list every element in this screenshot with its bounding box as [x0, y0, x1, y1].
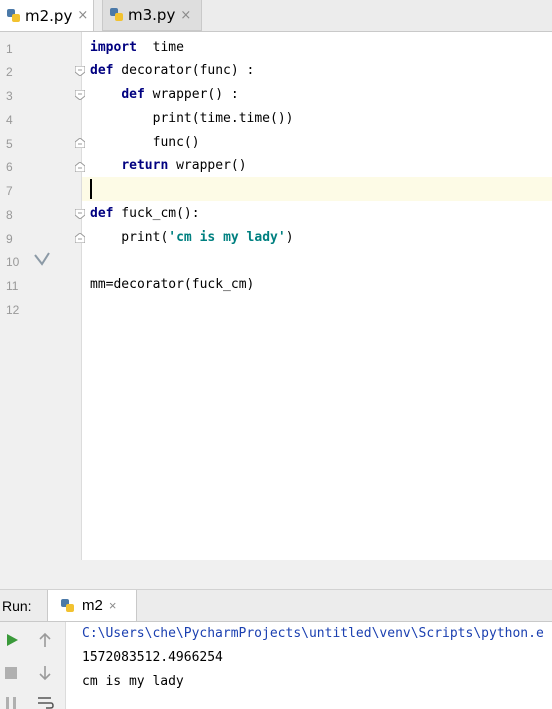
- close-icon[interactable]: ×: [180, 8, 191, 23]
- python-file-icon: [60, 598, 76, 614]
- pause-icon[interactable]: [4, 696, 18, 709]
- code-line[interactable]: mm=decorator(fuck_cm): [90, 277, 254, 292]
- console-line: C:\Users\che\PycharmProjects\untitled\ve…: [82, 626, 544, 641]
- tab-label: m2.py: [25, 6, 73, 25]
- line-number: 5: [6, 137, 13, 151]
- code-line[interactable]: def decorator(func) :: [90, 63, 254, 78]
- code-line[interactable]: print('cm is my lady'): [90, 230, 293, 245]
- line-number: 3: [6, 89, 13, 103]
- fold-marker-icon[interactable]: [75, 209, 85, 219]
- run-tab-m2[interactable]: m2 ×: [47, 590, 137, 621]
- run-toolbar: [0, 622, 66, 709]
- fold-marker-icon[interactable]: [75, 233, 85, 243]
- run-icon[interactable]: [4, 632, 20, 648]
- tab-m2-py[interactable]: m2.py ×: [0, 0, 94, 31]
- fold-marker-icon[interactable]: [75, 138, 85, 148]
- line-number: 6: [6, 160, 13, 174]
- code-line[interactable]: return wrapper(): [90, 158, 246, 173]
- run-tool-window-header: Run: m2 ×: [0, 590, 552, 622]
- code-line[interactable]: def wrapper() :: [90, 87, 238, 102]
- up-arrow-icon[interactable]: [36, 631, 54, 649]
- soft-wrap-icon[interactable]: [36, 696, 54, 709]
- fold-marker-icon[interactable]: [75, 66, 85, 76]
- code-line[interactable]: import time: [90, 40, 184, 55]
- run-tab-label: m2: [82, 597, 103, 614]
- checkmark-icon: [34, 252, 50, 266]
- line-number: 11: [6, 279, 19, 293]
- line-gutter: 1 2 3 4 5 6 7 8 9 10 11 12: [0, 32, 82, 560]
- console-line: 1572083512.4966254: [82, 650, 223, 665]
- line-number: 12: [6, 303, 20, 317]
- panel-divider[interactable]: [0, 560, 552, 590]
- console-line: cm is my lady: [82, 674, 184, 689]
- code-line[interactable]: func(): [90, 135, 200, 150]
- down-arrow-icon[interactable]: [36, 664, 54, 682]
- text-caret: [90, 179, 92, 199]
- fold-marker-icon[interactable]: [75, 90, 85, 100]
- line-number: 4: [6, 113, 13, 127]
- editor-tab-bar: m2.py × m3.py ×: [0, 0, 552, 32]
- run-label: Run:: [2, 598, 32, 614]
- close-icon[interactable]: ×: [77, 8, 88, 23]
- current-line-highlight: [82, 177, 552, 201]
- console-output[interactable]: C:\Users\che\PycharmProjects\untitled\ve…: [66, 622, 552, 709]
- tab-label: m3.py: [128, 6, 176, 24]
- tab-m3-py[interactable]: m3.py ×: [102, 0, 202, 31]
- stop-icon[interactable]: [4, 666, 18, 680]
- code-line[interactable]: print(time.time()): [90, 111, 294, 126]
- close-icon[interactable]: ×: [109, 598, 117, 613]
- code-line[interactable]: def fuck_cm():: [90, 206, 200, 221]
- python-file-icon: [109, 7, 125, 23]
- line-number: 1: [6, 42, 13, 56]
- fold-marker-icon[interactable]: [75, 162, 85, 172]
- line-number: 7: [6, 184, 13, 198]
- line-number: 10: [6, 255, 20, 269]
- python-file-icon: [6, 8, 22, 24]
- line-number: 8: [6, 208, 13, 222]
- line-number: 2: [6, 65, 13, 79]
- line-number: 9: [6, 232, 13, 246]
